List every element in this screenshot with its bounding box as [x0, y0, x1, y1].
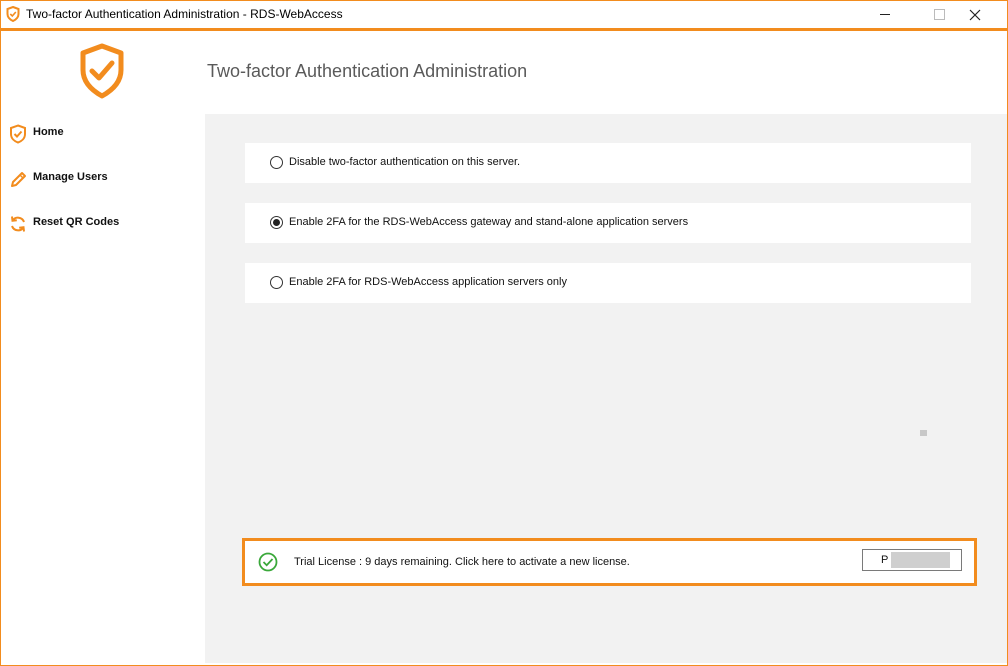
shield-check-icon: [10, 124, 26, 144]
option-label: Disable two-factor authentication on thi…: [289, 156, 521, 168]
license-bar: Trial License : 9 days remaining. Click …: [242, 538, 977, 586]
minimize-button[interactable]: [862, 1, 908, 28]
license-key-value: P: [881, 554, 889, 566]
page-title: Two-factor Authentication Administration: [207, 61, 528, 81]
refresh-icon: [11, 216, 25, 232]
option-label: Enable 2FA for the RDS-WebAccess gateway…: [289, 216, 689, 228]
sidebar-item-label: Manage Users: [33, 171, 108, 183]
option-disable-2fa[interactable]: Disable two-factor authentication on thi…: [245, 143, 971, 183]
sidebar-item-home[interactable]: Home: [1, 118, 204, 148]
option-enable-2fa-app-servers[interactable]: Enable 2FA for RDS-WebAccess application…: [245, 263, 971, 303]
license-activate-link[interactable]: Trial License : 9 days remaining. Click …: [294, 556, 630, 568]
shield-check-icon: [6, 6, 20, 22]
shield-check-icon: [80, 43, 124, 99]
radio-button[interactable]: [270, 276, 283, 289]
resize-grip: [920, 430, 927, 436]
license-key-field[interactable]: P: [862, 549, 962, 571]
close-icon: [969, 9, 981, 20]
maximize-icon: [933, 9, 945, 20]
sidebar-item-reset-qr-codes[interactable]: Reset QR Codes: [1, 208, 204, 238]
minimize-icon: [880, 14, 890, 15]
radio-button[interactable]: [270, 156, 283, 169]
close-button[interactable]: [952, 1, 998, 28]
sidebar-item-label: Reset QR Codes: [33, 216, 120, 228]
sidebar-item-manage-users[interactable]: Manage Users: [1, 163, 204, 193]
redacted-text: [891, 552, 950, 568]
option-enable-2fa-gateway[interactable]: Enable 2FA for the RDS-WebAccess gateway…: [245, 203, 971, 243]
option-label: Enable 2FA for RDS-WebAccess application…: [289, 276, 567, 288]
sidebar-item-label: Home: [33, 126, 64, 138]
check-circle-icon: [258, 552, 278, 572]
title-bar: Two-factor Authentication Administration…: [1, 1, 1007, 31]
main-content: Disable two-factor authentication on thi…: [205, 114, 1007, 663]
pencil-icon: [11, 172, 26, 187]
window-title: Two-factor Authentication Administration…: [26, 7, 343, 21]
app-window: Two-factor Authentication Administration…: [0, 0, 1008, 666]
radio-button[interactable]: [270, 216, 283, 229]
